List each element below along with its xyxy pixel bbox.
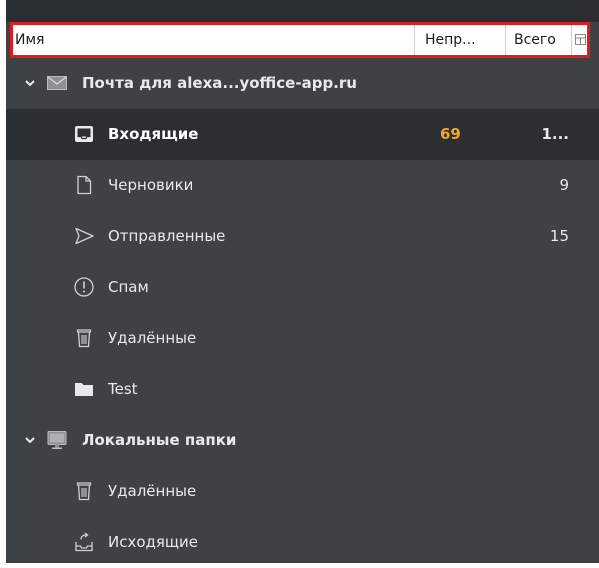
folder-name: Входящие [108, 125, 199, 143]
folder-name: Исходящие [108, 533, 199, 551]
folder-name: Удалённые [108, 482, 197, 500]
folder-row-sent[interactable]: Отправленные 15 [6, 211, 599, 262]
column-picker-icon[interactable] [571, 25, 588, 55]
chevron-down-icon[interactable] [23, 76, 37, 90]
pane-top-strip [6, 0, 599, 22]
folder-row-inbox[interactable]: Входящие 69 1... [6, 109, 599, 160]
column-header-total[interactable]: Всего [505, 25, 571, 55]
folder-row-local-trash[interactable]: Удалённые [6, 466, 599, 517]
folder-pane-header: Имя Непр... Всего [10, 22, 590, 58]
folder-row-drafts[interactable]: Черновики 9 [6, 160, 599, 211]
folder-name: Удалённые [108, 329, 197, 347]
folder-name: Test [108, 380, 138, 398]
trash-icon [73, 327, 95, 349]
account-name: Локальные папки [82, 431, 237, 449]
folder-row-outbox[interactable]: Исходящие [6, 517, 599, 568]
unread-count: 69 [440, 125, 461, 143]
folder-name: Спам [108, 278, 149, 296]
local-folders-icon [46, 429, 68, 451]
mail-icon [46, 72, 68, 94]
folder-icon [73, 378, 95, 400]
total-count: 1... [541, 125, 569, 143]
total-count: 9 [559, 176, 569, 194]
chevron-down-icon[interactable] [23, 433, 37, 447]
folder-tree: Почта для alexa...yoffice-app.ru Входящи… [6, 58, 599, 568]
spam-icon [73, 276, 95, 298]
total-count: 15 [549, 227, 569, 245]
outbox-icon [73, 531, 95, 553]
folder-name: Черновики [108, 176, 194, 194]
folder-pane: Имя Непр... Всего Почта для alexa...yoff [6, 0, 599, 563]
sent-icon [73, 225, 95, 247]
folder-row-test[interactable]: Test [6, 364, 599, 415]
folder-row-spam[interactable]: Спам [6, 262, 599, 313]
column-header-name[interactable]: Имя [15, 25, 413, 55]
drafts-icon [73, 174, 95, 196]
column-header-unread[interactable]: Непр... [414, 25, 505, 55]
account-row-local-folders[interactable]: Локальные папки [6, 415, 599, 466]
trash-icon [73, 480, 95, 502]
account-name: Почта для alexa...yoffice-app.ru [82, 74, 357, 92]
folder-name: Отправленные [108, 227, 226, 245]
inbox-icon [73, 123, 95, 145]
folder-row-trash[interactable]: Удалённые [6, 313, 599, 364]
account-row-mail[interactable]: Почта для alexa...yoffice-app.ru [6, 58, 599, 109]
